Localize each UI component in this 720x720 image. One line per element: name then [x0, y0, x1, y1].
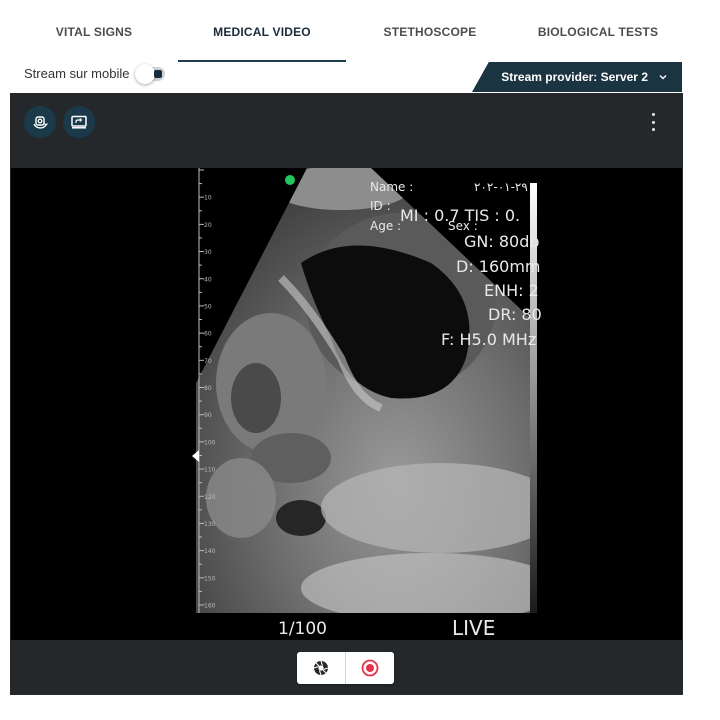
- live-status: LIVE: [452, 616, 496, 640]
- depth-tick-label: 70: [204, 358, 212, 365]
- screen-share-icon: [71, 115, 87, 129]
- toggle-knob: [135, 63, 156, 84]
- enhancement-readout: ENH: 2: [484, 281, 539, 300]
- patient-age-label: Age :: [370, 219, 402, 233]
- depth-tick-label: 90: [204, 412, 212, 419]
- depth-tick-label: 160: [204, 603, 216, 610]
- ultrasound-image: 10 20 30 40 50 60 70 80 90 100 110 120 130 140 150 160: [192, 168, 537, 613]
- focus-marker-icon: [192, 450, 199, 462]
- frame-counter: 1/100: [278, 619, 327, 639]
- tab-bar: VITAL SIGNS MEDICAL VIDEO STETHOSCOPE BI…: [10, 0, 682, 62]
- depth-tick-label: 60: [204, 331, 212, 338]
- stream-mobile-toggle-group: Stream sur mobile: [24, 63, 166, 84]
- stream-provider-label: Stream provider: Server 2: [501, 70, 648, 84]
- ultrasound-video[interactable]: 10 20 30 40 50 60 70 80 90 100 110 120 130 140 150 160 …: [11, 168, 682, 640]
- tab-stethoscope[interactable]: STETHOSCOPE: [346, 0, 514, 62]
- camera-switch-icon: [33, 116, 48, 129]
- record-icon: [361, 659, 379, 677]
- patient-id-label: ID :: [370, 199, 391, 213]
- depth-tick-label: 50: [204, 303, 212, 310]
- depth-tick-label: 150: [204, 575, 216, 582]
- depth-tick-label: 110: [204, 467, 216, 474]
- exam-date: ٢٩-٠١-٢٠٢: [474, 180, 528, 194]
- depth-tick-label: 80: [204, 385, 212, 392]
- depth-tick-label: 140: [204, 548, 216, 555]
- gain-readout: GN: 80db: [464, 232, 540, 251]
- video-toolbar: [10, 93, 683, 168]
- depth-tick-label: 10: [204, 195, 212, 202]
- tab-vital-signs[interactable]: VITAL SIGNS: [10, 0, 178, 62]
- capture-controls: [297, 652, 394, 684]
- stream-mobile-label: Stream sur mobile: [24, 66, 130, 81]
- more-options-button[interactable]: [647, 113, 659, 131]
- switch-camera-button[interactable]: [24, 106, 56, 138]
- depth-tick-label: 40: [204, 276, 212, 283]
- chevron-down-icon: [659, 75, 667, 80]
- depth-tick-label: 30: [204, 249, 212, 256]
- more-vertical-icon: [651, 113, 655, 116]
- screen-share-button[interactable]: [63, 106, 95, 138]
- tab-biological-tests[interactable]: BIOLOGICAL TESTS: [514, 0, 682, 62]
- frequency-readout: F: H5.0 MHz: [441, 330, 537, 349]
- depth-readout: D: 160mm: [456, 257, 541, 276]
- stream-provider-select[interactable]: Stream provider: Server 2: [472, 62, 682, 92]
- video-panel: 10 20 30 40 50 60 70 80 90 100 110 120 130 140 150 160 …: [10, 93, 683, 695]
- patient-name-label: Name :: [370, 180, 414, 194]
- probe-indicator-icon: [285, 175, 295, 185]
- toggle-track-end: [154, 69, 163, 78]
- dynamic-range-readout: DR: 80: [488, 305, 542, 324]
- snapshot-button[interactable]: [297, 652, 345, 684]
- tab-medical-video[interactable]: MEDICAL VIDEO: [178, 0, 346, 62]
- depth-tick-label: 20: [204, 222, 212, 229]
- depth-tick-label: 130: [204, 521, 216, 528]
- patient-sex-label: Sex :: [448, 219, 478, 233]
- record-button[interactable]: [345, 652, 394, 684]
- depth-tick-label: 120: [204, 494, 216, 501]
- stream-mobile-toggle[interactable]: [135, 63, 166, 84]
- camera-shutter-icon: [313, 660, 329, 676]
- depth-tick-label: 100: [204, 439, 216, 446]
